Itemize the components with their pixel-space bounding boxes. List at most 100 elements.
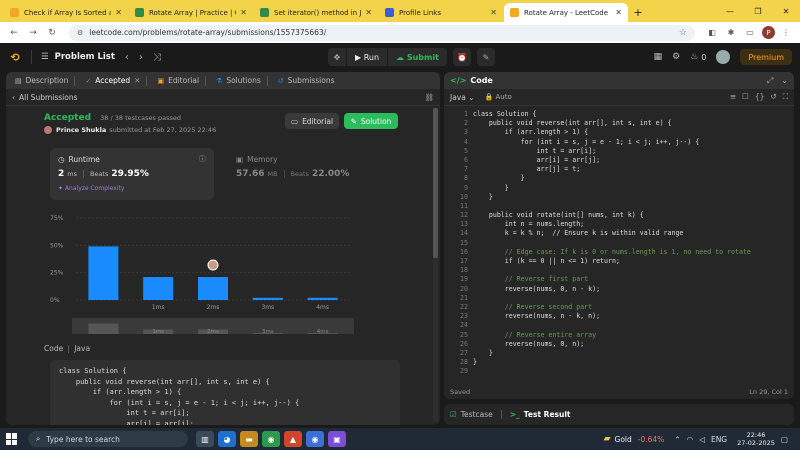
chrome-active-icon[interactable]: ◉ [306,431,324,447]
brave-icon[interactable]: ▲ [284,431,302,447]
taskbar-search-placeholder: Type here to search [46,434,120,444]
browser-tab[interactable]: Check if Array Is Sorted and Ro✕ [4,3,128,22]
collapse-panel-icon[interactable]: ⌄ [781,76,788,86]
browser-tab[interactable]: Rotate Array - LeetCode ✕ [504,3,628,22]
gold-label[interactable]: Gold [615,435,632,444]
analyze-complexity-link[interactable]: ✦ Analyze Complexity [58,185,124,192]
chart-bar[interactable] [252,297,283,300]
tab-submissions[interactable]: ↺ Submissions [273,72,340,89]
chart-svg: 75% 50% 25% 0% 1ms 2ms 3ms 4ms 1ms 2ms 3ms 4ms [50,215,354,334]
line-number: 11 [460,201,468,210]
line-number: 25 [460,330,468,339]
intellij-icon[interactable]: ▣ [328,431,346,447]
task-view-icon[interactable]: ▥ [196,431,214,447]
runtime-card[interactable]: ◷ Runtime ⓘ 2 ms Beats 29.95% ✦ Analyze … [50,148,214,200]
left-scrollbar[interactable] [433,108,438,422]
close-tab-icon[interactable]: ✕ [134,76,140,85]
extensions-puzzle-icon[interactable]: ✱ [723,25,739,41]
extension-icon[interactable]: ◧ [704,25,720,41]
maximize-panel-icon[interactable]: ⤢ [767,76,773,86]
info-icon[interactable]: ⓘ [199,154,206,164]
tab-editorial[interactable]: ▣ Editorial [152,72,211,89]
chart-bar[interactable] [198,277,228,300]
next-problem-icon[interactable]: › [139,52,143,63]
maximize-icon[interactable]: ❐ [744,0,772,22]
url-input[interactable]: ⚙ leetcode.com/problems/rotate-array/sub… [69,24,695,41]
tab-solutions[interactable]: ⚗ Solutions [211,72,273,89]
tray-chevron-icon[interactable]: ⌃ [674,435,680,444]
profile-avatar[interactable]: P [762,26,775,39]
language-indicator[interactable]: ENG [711,435,727,444]
close-tab-icon[interactable]: ✕ [615,8,622,17]
browser-menu-icon[interactable]: ⋮ [778,25,794,41]
run-button[interactable]: ▶ Run [347,48,388,66]
close-window-icon[interactable]: ✕ [772,0,800,22]
browser-tab[interactable]: Set iterator() method in Java w ✕ [254,3,378,22]
tab-test-result[interactable]: >_ Test Result [510,410,571,419]
taskbar-search[interactable]: ⌕ Type here to search [28,431,188,447]
copilot-icon[interactable]: ◕ [218,431,236,447]
browser-tab[interactable]: Profile Links ✕ [379,3,503,22]
runtime-label: ◷ Runtime [58,155,100,164]
settings-icon[interactable]: ⚙ [672,52,680,62]
user-avatar[interactable] [716,50,731,64]
windows-taskbar: ⌕ Type here to search ▥ ◕ ▬ ◉ ▲ ◉ ▣ ▰ Go… [0,428,800,450]
scrollbar-thumb[interactable] [433,108,438,258]
notes-icon[interactable]: ✎ [476,48,495,66]
new-tab-icon[interactable]: + [629,3,647,22]
tab-description[interactable]: ▤ Description [10,72,80,89]
bookmark-icon[interactable]: ☐ [742,92,749,102]
debug-icon[interactable]: ✥ [328,48,346,66]
close-tab-icon[interactable]: ✕ [490,8,497,17]
editorial-button[interactable]: ▭ Editorial [285,113,339,129]
sidebar-icon[interactable]: ▭ [742,25,758,41]
premium-button[interactable]: Premium [740,49,792,65]
minimize-icon[interactable]: — [716,0,744,22]
braces-icon[interactable]: {} [755,92,765,102]
chart-bar[interactable] [143,277,174,300]
solution-button[interactable]: ✎ Solution [344,113,398,129]
browser-tab[interactable]: Rotate Array | Practice | Geeksf ✕ [129,3,253,22]
close-tab-icon[interactable]: ✕ [365,8,372,17]
problem-list-button[interactable]: ☰ Problem List [41,52,115,62]
file-explorer-icon[interactable]: ▬ [240,431,258,447]
all-submissions-link[interactable]: ‹ All Submissions ⛓ [6,89,440,106]
timer-icon[interactable]: ⏰ [452,48,471,66]
bookmark-star-icon[interactable]: ☆ [679,28,687,38]
close-tab-icon[interactable]: ✕ [115,8,122,17]
back-icon[interactable]: ← [6,25,22,41]
streak-fire-icon[interactable]: ♨ [690,52,698,62]
fullscreen-icon[interactable]: ⛶ [783,92,788,102]
tab-accepted[interactable]: ✓ Accepted ✕ [80,72,152,89]
layout-icon[interactable]: ▦ [654,52,663,62]
reset-icon[interactable]: ↺ [770,92,776,102]
book-icon: ▭ [290,116,299,126]
leetcode-logo-icon[interactable]: ⟲ [8,50,22,64]
windows-start-icon[interactable] [6,433,18,445]
prev-problem-icon[interactable]: ‹ [125,52,129,63]
chart-bar[interactable] [88,246,119,300]
tab-divider [146,75,148,86]
menu-icon[interactable]: ≡ [730,92,736,102]
chrome-icon[interactable]: ◉ [262,431,280,447]
code-lines[interactable]: class Solution { public void reverse(int… [473,110,794,376]
language-select[interactable]: Java ⌄ [450,93,475,102]
volume-icon[interactable]: ◁ [699,435,705,444]
taskbar-clock[interactable]: 22:46 27-02-2025 [737,431,775,447]
forward-icon[interactable]: → [25,25,41,41]
submitter-name[interactable]: Prince Shukla [56,126,106,134]
close-tab-icon[interactable]: ✕ [240,8,247,17]
network-icon[interactable]: ◠ [687,435,694,444]
auto-mode-toggle[interactable]: 🔒 Auto [485,93,512,101]
memory-card[interactable]: ▣ Memory 57.66 MB Beats 22.00% [228,148,398,200]
site-info-icon[interactable]: ⚙ [77,29,83,37]
share-link-icon[interactable]: ⛓ [424,93,434,102]
testcase-label: Testcase [460,410,493,419]
code-editor[interactable]: 1 2 3 4 5 6 7 8 9 10 11 12 13 14 15 16 17 18 19 20 21 22 23 24 2… [444,110,794,385]
chart-bar[interactable] [307,297,338,300]
tab-testcase[interactable]: ☑ Testcase [450,410,493,419]
reload-icon[interactable]: ↻ [44,25,60,41]
notification-icon[interactable]: ▢ [781,435,788,444]
submit-button[interactable]: ☁ Submit [388,48,447,66]
shuffle-icon[interactable]: ⤨ [153,52,161,63]
